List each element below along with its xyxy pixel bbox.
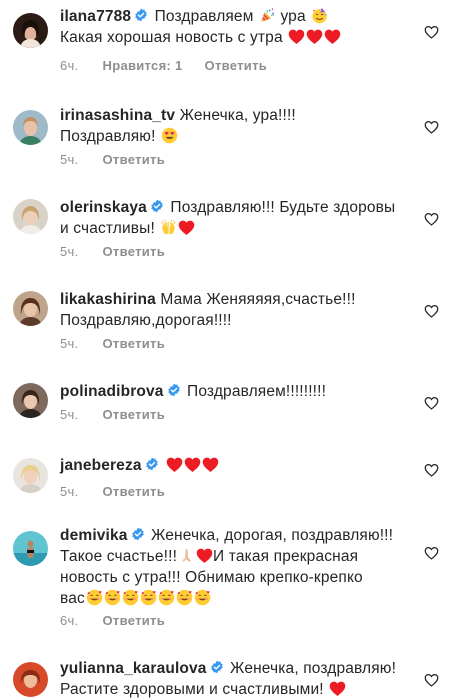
avatar[interactable] <box>13 13 48 48</box>
avatar[interactable] <box>13 199 48 234</box>
comment-text: вас <box>60 590 85 607</box>
verified-badge-icon <box>131 527 145 541</box>
like-heart-icon[interactable] <box>424 304 439 318</box>
reply-button[interactable]: Ответить <box>103 484 165 499</box>
verified-badge-icon <box>167 383 181 397</box>
comment-username[interactable]: likakashirina <box>60 291 156 308</box>
reply-button[interactable]: Ответить <box>205 58 267 73</box>
smiling-face-hearts-emoji-icon <box>194 589 211 606</box>
comment-time: 6ч. <box>60 58 79 73</box>
reply-button[interactable]: Ответить <box>103 336 165 351</box>
comment-body: olerinskaya Поздравляю!!! Будьте здоровы… <box>60 197 421 239</box>
comment-text: Поздравляю,дорогая!!!! <box>60 312 232 329</box>
like-heart-icon[interactable] <box>424 463 439 477</box>
comment-likes-count[interactable]: Нравится: 1 <box>103 58 183 73</box>
avatar[interactable] <box>13 531 48 566</box>
smiling-face-hearts-emoji-icon <box>122 589 139 606</box>
verified-badge-icon <box>134 8 148 22</box>
smiling-face-hearts-emoji-icon <box>86 589 103 606</box>
heart-eyes-emoji-icon <box>161 127 178 144</box>
comment-text: Женечка, дорогая, поздравляю!!! <box>151 527 394 544</box>
comment-meta: 5ч. Ответить <box>60 407 165 422</box>
avatar[interactable] <box>13 458 48 493</box>
comment-username[interactable]: janebereza <box>60 457 142 474</box>
avatar[interactable] <box>13 662 48 697</box>
comment-body: janebereza <box>60 455 421 476</box>
reply-button[interactable]: Ответить <box>103 407 165 422</box>
smiling-face-hearts-emoji-icon <box>158 589 175 606</box>
reply-button[interactable]: Ответить <box>103 613 165 628</box>
raised-hands-emoji-icon <box>160 219 177 236</box>
red-heart-emoji-icon <box>166 456 183 473</box>
comment-body: likakashirina Мама Женяяяяя,счастье!!! П… <box>60 289 421 331</box>
comment-time: 5ч. <box>60 152 79 167</box>
verified-badge-icon <box>145 457 159 471</box>
reply-button[interactable]: Ответить <box>103 152 165 167</box>
folded-hands-emoji-icon <box>178 547 195 564</box>
comment-username[interactable]: demivika <box>60 527 128 544</box>
like-heart-icon[interactable] <box>424 120 439 134</box>
verified-badge-icon <box>210 660 224 674</box>
comment-list: ilana7788 Поздравляем ура Какая хорошая … <box>0 0 461 700</box>
comment-username[interactable]: irinasashina_tv <box>60 107 175 124</box>
comment-meta: 6ч. Нравится: 1 Ответить <box>60 58 267 73</box>
comment-body: ilana7788 Поздравляем ура Какая хорошая … <box>60 6 421 48</box>
comment-time: 5ч. <box>60 407 79 422</box>
like-heart-icon[interactable] <box>424 673 439 687</box>
red-heart-emoji-icon <box>324 28 341 45</box>
avatar[interactable] <box>13 383 48 418</box>
comment-text: И такая прекрасная <box>213 548 359 565</box>
like-heart-icon[interactable] <box>424 25 439 39</box>
comment-meta: 5ч. Ответить <box>60 484 165 499</box>
like-heart-icon[interactable] <box>424 396 439 410</box>
avatar[interactable] <box>13 110 48 145</box>
comment-time: 5ч. <box>60 484 79 499</box>
verified-badge-icon <box>150 199 164 213</box>
comment-username[interactable]: yulianna_karaulova <box>60 660 207 677</box>
comment-username[interactable]: ilana7788 <box>60 8 131 25</box>
reply-button[interactable]: Ответить <box>103 244 165 259</box>
smiling-face-hearts-emoji-icon <box>140 589 157 606</box>
comment-meta: 5ч. Ответить <box>60 244 165 259</box>
comment-text: и счастливы! <box>60 220 155 237</box>
comment-body: polinadibrova Поздравляем!!!!!!!!! <box>60 381 421 402</box>
partying-face-emoji-icon <box>311 7 328 24</box>
red-heart-emoji-icon <box>202 456 219 473</box>
comment-meta: 6ч. Ответить <box>60 613 165 628</box>
red-heart-emoji-icon <box>306 28 323 45</box>
comment-body: irinasashina_tv Женечка, ура!!!! Поздрав… <box>60 105 421 147</box>
comment-text: Женечка, поздравляю! <box>230 660 397 677</box>
red-heart-emoji-icon <box>329 680 346 697</box>
comment-text: Какая хорошая новость с утра <box>60 29 283 46</box>
comment-text: новость с утра!!! Обнимаю крепко-крепко <box>60 569 363 586</box>
red-heart-emoji-icon <box>184 456 201 473</box>
smiling-face-hearts-emoji-icon <box>104 589 121 606</box>
comment-username[interactable]: olerinskaya <box>60 199 147 216</box>
avatar[interactable] <box>13 291 48 326</box>
comment-body: yulianna_karaulova Женечка, поздравляю! … <box>60 658 421 700</box>
red-heart-emoji-icon <box>288 28 305 45</box>
comment-text: Женечка, ура!!!! <box>179 107 296 124</box>
red-heart-emoji-icon <box>196 547 213 564</box>
comment-time: 5ч. <box>60 336 79 351</box>
comment-text: Такое счастье!!! <box>60 548 178 565</box>
comment-body: demivika Женечка, дорогая, поздравляю!!!… <box>60 525 421 609</box>
comment-text: Поздравляю! <box>60 128 156 145</box>
comment-text: ура <box>280 8 306 25</box>
comment-text: Мама Женяяяяя,счастье!!! <box>160 291 356 308</box>
comment-meta: 5ч. Ответить <box>60 152 165 167</box>
comment-text: Поздравляем <box>154 8 254 25</box>
smiling-face-hearts-emoji-icon <box>176 589 193 606</box>
comment-text: Поздравляю!!! Будьте здоровы <box>170 199 396 216</box>
comment-username[interactable]: polinadibrova <box>60 383 164 400</box>
comment-time: 5ч. <box>60 244 79 259</box>
red-heart-emoji-icon <box>178 219 195 236</box>
comment-text: Поздравляем!!!!!!!!! <box>187 383 327 400</box>
comment-text: Растите здоровыми и счастливыми! <box>60 681 324 698</box>
comment-time: 6ч. <box>60 613 79 628</box>
like-heart-icon[interactable] <box>424 212 439 226</box>
party-popper-emoji-icon <box>259 7 276 24</box>
comment-meta: 5ч. Ответить <box>60 336 165 351</box>
like-heart-icon[interactable] <box>424 546 439 560</box>
